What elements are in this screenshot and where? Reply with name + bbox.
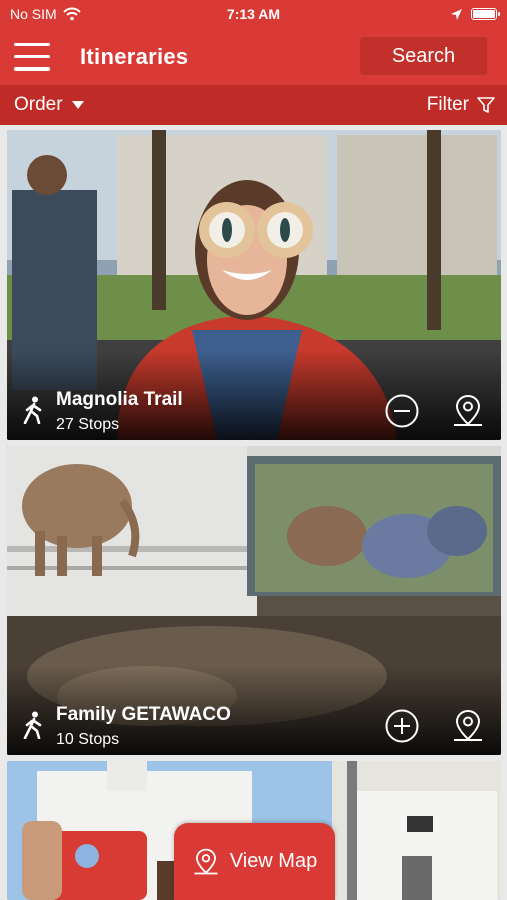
chevron-down-icon <box>71 101 84 109</box>
filter-button[interactable]: Filter <box>427 94 495 116</box>
status-bar: No SIM 7:13 AM <box>0 0 507 28</box>
menu-icon[interactable] <box>14 42 50 71</box>
carrier-label: No SIM <box>10 6 57 22</box>
plus-circle-icon[interactable] <box>385 709 419 743</box>
walking-icon <box>23 396 42 424</box>
wifi-icon <box>62 7 81 21</box>
itinerary-card[interactable]: Magnolia Trail 27 Stops <box>7 130 501 440</box>
map-pin-icon[interactable] <box>451 393 485 429</box>
top-app-bar: Itineraries Search <box>0 28 507 85</box>
itinerary-title: Family GETAWACO <box>56 704 231 725</box>
minus-circle-icon[interactable] <box>385 394 419 428</box>
view-map-label: View Map <box>229 850 318 872</box>
status-right <box>450 8 500 21</box>
order-label: Order <box>14 94 63 115</box>
filter-label: Filter <box>426 94 469 115</box>
walking-icon <box>23 711 42 739</box>
itinerary-stops: 27 Stops <box>56 416 120 433</box>
location-arrow-icon <box>451 8 462 20</box>
itinerary-title: Magnolia Trail <box>56 389 183 410</box>
battery-icon <box>471 8 500 20</box>
status-left: No SIM <box>10 6 81 22</box>
itinerary-card[interactable]: Family GETAWACO 10 Stops <box>7 446 501 755</box>
map-pin-icon[interactable] <box>451 708 485 744</box>
sort-filter-bar: Order Filter <box>0 85 507 125</box>
page-title: Itineraries <box>80 43 189 69</box>
order-dropdown[interactable]: Order <box>14 94 85 116</box>
search-button[interactable]: Search <box>360 37 487 75</box>
view-map-button[interactable]: View Map <box>174 823 335 900</box>
map-pin-icon <box>194 848 218 874</box>
itinerary-stops: 10 Stops <box>56 731 120 748</box>
filter-icon <box>477 97 495 113</box>
